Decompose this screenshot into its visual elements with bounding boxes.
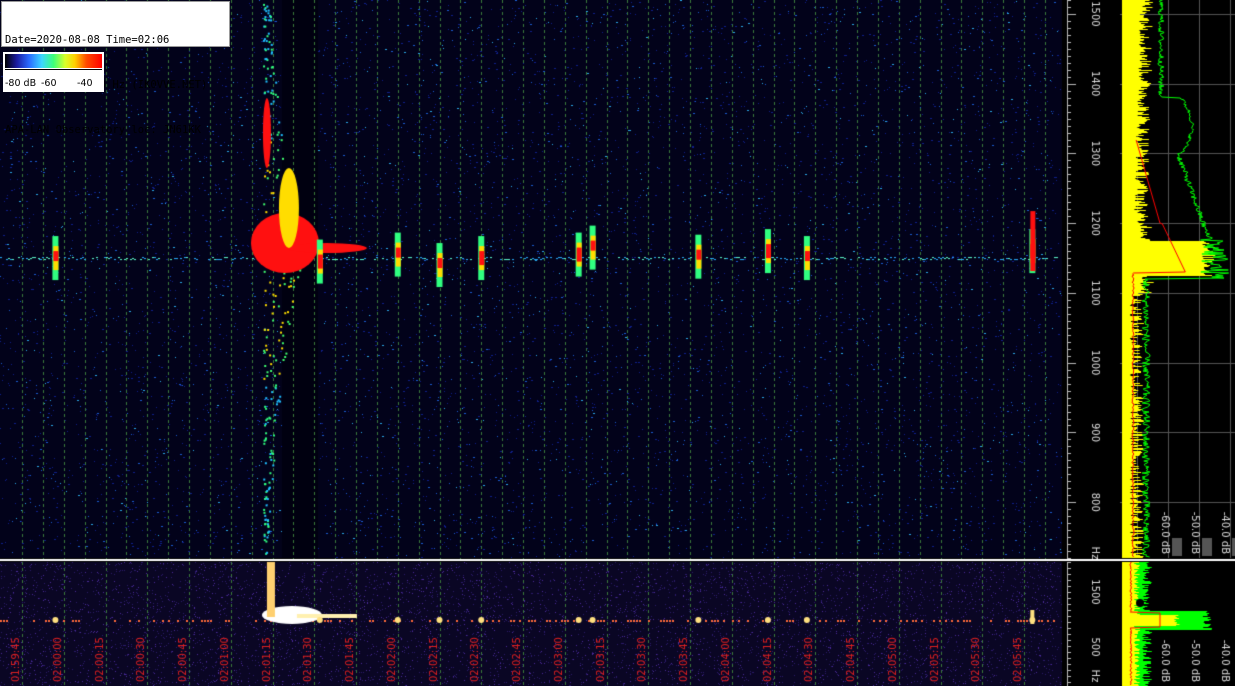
color-scale-legend: -80 dB -60 -40 (3, 52, 104, 92)
color-scale-bar (5, 54, 102, 68)
observatory-label: APA-LAN Observatory loc: JN61KK (5, 124, 201, 136)
info-box: Date=2020-08-08 Time=02:06 Freq= 720...1… (1, 1, 230, 136)
scale-label-min: -80 dB (5, 78, 37, 89)
scale-label-max: -40 (77, 78, 93, 89)
date-time-label: Date=2020-08-08 Time=02:06 (5, 34, 170, 46)
scale-label-mid: -60 (41, 78, 57, 89)
color-scale-ticks (5, 69, 102, 74)
